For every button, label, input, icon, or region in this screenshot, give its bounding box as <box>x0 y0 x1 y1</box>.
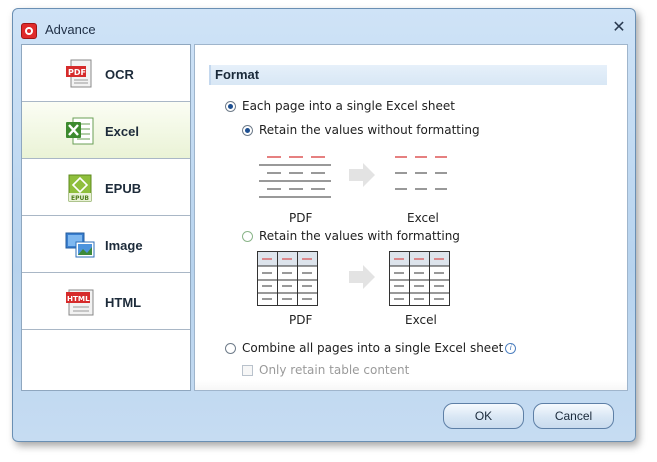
caption-excel: Excel <box>407 211 439 225</box>
arrow-right-icon <box>349 163 375 187</box>
radio-retain-without-formatting[interactable]: Retain the values without formatting <box>242 123 480 137</box>
panel-bottom-fade <box>195 380 627 390</box>
excel-icon <box>65 116 95 146</box>
sidebar-item-label: Image <box>105 238 143 253</box>
radio-indicator[interactable] <box>225 342 236 354</box>
sidebar-item-label: Excel <box>105 124 139 139</box>
close-icon[interactable]: ✕ <box>609 17 629 37</box>
checkbox-indicator[interactable] <box>242 364 253 376</box>
caption-pdf: PDF <box>289 211 313 225</box>
radio-label: Combine all pages into a single Excel sh… <box>242 341 504 355</box>
cancel-button[interactable]: Cancel <box>533 403 614 429</box>
ok-button[interactable]: OK <box>443 403 524 429</box>
html-icon: HTML <box>65 287 95 317</box>
section-header: Format <box>209 65 607 85</box>
radio-combine-all-pages[interactable]: Combine all pages into a single Excel sh… <box>225 341 517 355</box>
radio-each-page[interactable]: Each page into a single Excel sheet <box>225 99 455 113</box>
radio-retain-with-formatting[interactable]: Retain the values with formatting <box>242 229 460 243</box>
excel-lines-graphic <box>395 156 447 190</box>
sidebar-item-excel[interactable]: Excel <box>22 102 190 159</box>
checkbox-only-table-content[interactable]: Only retain table content <box>242 363 409 377</box>
dialog-title: Advance <box>45 22 96 37</box>
sidebar-item-label: HTML <box>105 295 142 310</box>
pdf-lines-graphic <box>259 156 331 198</box>
sidebar: PDF OCR Excel EPUB EPUB Image HTML HTML <box>21 44 191 391</box>
radio-label: Retain the values without formatting <box>259 123 480 137</box>
info-icon[interactable]: i <box>505 342 517 354</box>
svg-text:EPUB: EPUB <box>71 195 89 202</box>
radio-indicator[interactable] <box>242 124 253 136</box>
radio-label: Each page into a single Excel sheet <box>242 99 455 113</box>
sidebar-item-html[interactable]: HTML HTML <box>22 273 190 330</box>
sidebar-item-label: EPUB <box>105 181 142 196</box>
sidebar-item-ocr[interactable]: PDF OCR <box>22 45 190 102</box>
caption-pdf: PDF <box>289 313 313 327</box>
advance-dialog: Advance ✕ PDF OCR Excel EPUB EPUB Image … <box>12 8 636 442</box>
format-panel: Format Each page into a single Excel she… <box>194 44 628 391</box>
sidebar-item-epub[interactable]: EPUB EPUB <box>22 159 190 216</box>
diagram-with-formatting <box>257 251 450 306</box>
radio-indicator[interactable] <box>225 100 236 112</box>
section-title: Format <box>215 67 260 82</box>
diagram-without-formatting <box>259 156 447 198</box>
arrow-right-icon <box>349 265 375 289</box>
excel-table-graphic <box>389 251 450 306</box>
radio-indicator[interactable] <box>242 230 253 242</box>
epub-icon: EPUB <box>65 173 95 203</box>
sidebar-item-label: OCR <box>105 67 134 82</box>
svg-text:HTML: HTML <box>67 294 90 303</box>
image-icon <box>65 230 95 260</box>
pdf-ocr-icon: PDF <box>65 59 95 89</box>
checkbox-label: Only retain table content <box>259 363 410 377</box>
pdf-table-graphic <box>257 251 318 306</box>
svg-text:PDF: PDF <box>68 68 86 77</box>
radio-label: Retain the values with formatting <box>259 229 460 243</box>
caption-excel: Excel <box>405 313 437 327</box>
app-icon <box>21 23 37 39</box>
sidebar-item-image[interactable]: Image <box>22 216 190 273</box>
title-bar[interactable]: Advance ✕ <box>13 9 635 45</box>
